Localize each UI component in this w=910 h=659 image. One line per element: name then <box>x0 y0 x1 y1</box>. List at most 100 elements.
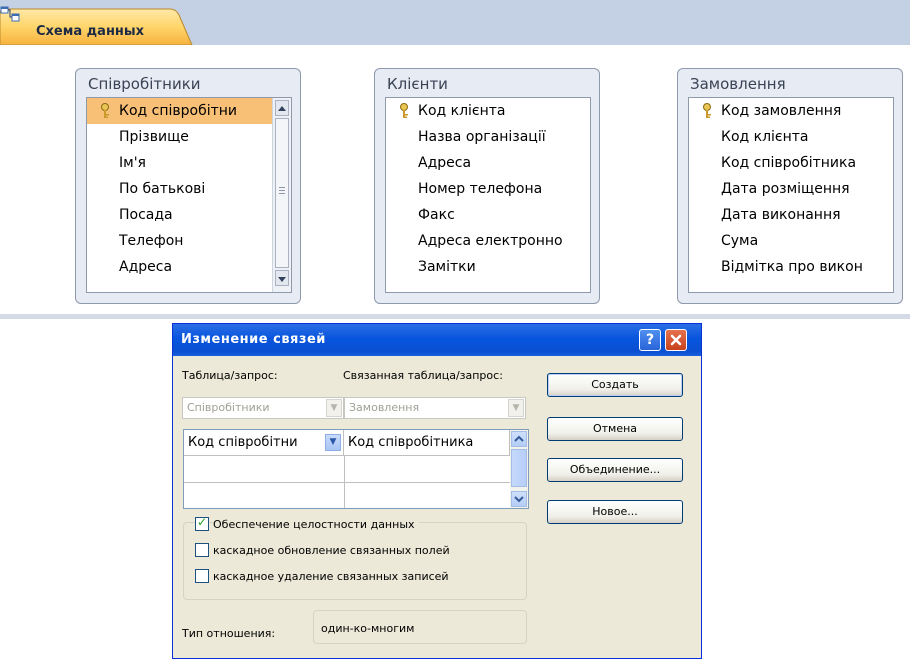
field-list[interactable]: Код замовлення Код клієнта Код співробіт… <box>688 97 894 293</box>
field-name: Телефон <box>119 233 184 249</box>
arrow-up-icon <box>514 435 524 442</box>
field-item[interactable]: Код співробітника <box>689 150 893 176</box>
check-icon: ✓ <box>197 515 208 529</box>
field-item[interactable]: Код замовлення <box>689 98 893 124</box>
arrow-down-icon <box>514 496 524 503</box>
integrity-checkbox[interactable]: ✓ <box>195 515 209 531</box>
grip-line <box>279 190 285 191</box>
cascade-update-checkbox[interactable] <box>195 543 209 557</box>
edit-relationships-dialog[interactable]: Изменение связей ? Таблица/запрос: Связа… <box>172 323 702 659</box>
table-combo-value: Співробітники <box>187 401 270 414</box>
relationship-type-label: Тип отношения: <box>182 627 276 640</box>
integrity-group <box>183 522 527 600</box>
cascade-delete-checkbox[interactable] <box>195 569 209 583</box>
field-item[interactable]: Код співробітни <box>87 98 291 124</box>
field-name: Назва організації <box>418 129 546 145</box>
field-item[interactable]: Код клієнта <box>689 124 893 150</box>
field-item[interactable]: Назва організації <box>386 124 590 150</box>
vertical-scrollbar[interactable] <box>272 98 291 292</box>
field-item[interactable]: Прізвище <box>87 124 291 150</box>
integrity-label: Обеспечение целостности данных <box>213 518 419 531</box>
field-name: Код клієнта <box>418 103 506 119</box>
arrow-up-icon <box>278 106 286 111</box>
field-list[interactable]: Код клієнта Назва організації Адреса Ном… <box>385 97 591 293</box>
field-item[interactable]: Дата розміщення <box>689 176 893 202</box>
field-item[interactable]: Ім'я <box>87 150 291 176</box>
table-combo[interactable]: Співробітники ▼ <box>182 397 344 419</box>
close-button[interactable] <box>665 329 687 351</box>
document-tab-bar: Схема данных <box>0 0 910 46</box>
field-name: Факс <box>418 207 455 223</box>
field-item[interactable]: Код клієнта <box>386 98 590 124</box>
field-item[interactable]: Адреса <box>386 150 590 176</box>
field-name: Сума <box>721 233 759 249</box>
field-mapping-grid[interactable]: Код співробітни ▼ Код співробітника <box>183 429 529 509</box>
dialog-title-bar[interactable]: Изменение связей ? <box>173 324 701 356</box>
field-name: Адреса електронно <box>418 233 563 249</box>
field-name: Дата розміщення <box>721 181 850 197</box>
field-item[interactable]: Сума <box>689 228 893 254</box>
grid-col-line <box>344 456 345 508</box>
field-item[interactable]: Посада <box>87 202 291 228</box>
close-icon <box>670 334 682 346</box>
cancel-button[interactable]: Отмена <box>547 417 683 441</box>
field-item[interactable]: Телефон <box>87 228 291 254</box>
scroll-up-button[interactable] <box>275 100 289 116</box>
primary-key-icon <box>400 103 408 118</box>
related-table-combo[interactable]: Замовлення ▼ <box>344 397 526 419</box>
canvas-bottom-edge <box>0 314 910 319</box>
scroll-thumb[interactable] <box>275 118 289 268</box>
field-item[interactable]: Номер телефона <box>386 176 590 202</box>
table-window-clients[interactable]: Клієнти Код клієнта Назва організації Ад… <box>374 68 600 304</box>
table-label: Таблица/запрос: <box>182 369 278 382</box>
table-window-employees[interactable]: Співробітники Код співробітни Прізвище І… <box>75 68 301 304</box>
relationship-type-value: один-ко-многим <box>321 622 415 635</box>
field-name: Адреса <box>119 259 173 275</box>
field-item[interactable]: По батькові <box>87 176 291 202</box>
help-button[interactable]: ? <box>639 329 661 351</box>
tab-relationships[interactable]: Схема данных <box>0 6 196 45</box>
grid-left-field: Код співробітни <box>188 435 298 450</box>
chevron-down-icon: ▼ <box>326 399 342 417</box>
field-name: Дата виконання <box>721 207 841 223</box>
grip-line <box>279 193 285 194</box>
cascade-update-label: каскадное обновление связанных полей <box>213 544 450 557</box>
table-window-orders[interactable]: Замовлення Код замовлення Код клієнта Ко… <box>677 68 903 304</box>
grid-cell-left[interactable]: Код співробітни ▼ <box>184 430 344 456</box>
field-name: Відмітка про викон <box>721 259 863 275</box>
grid-scroll-up-button[interactable] <box>511 431 527 447</box>
join-type-button[interactable]: Объединение... <box>547 458 683 482</box>
field-name: Адреса <box>418 155 472 171</box>
scroll-down-button[interactable] <box>275 270 289 286</box>
field-name: Код співробітника <box>721 155 857 171</box>
related-table-label: Связанная таблица/запрос: <box>343 369 503 382</box>
field-name: Номер телефона <box>418 181 543 197</box>
create-button[interactable]: Создать <box>547 373 683 397</box>
table-title: Клієнти <box>387 75 448 93</box>
field-item[interactable]: Адреса електронно <box>386 228 590 254</box>
field-name: Замітки <box>418 259 476 275</box>
grid-row-line <box>184 482 510 483</box>
chevron-down-icon[interactable]: ▼ <box>325 434 341 451</box>
field-item[interactable]: Відмітка про викон <box>689 254 893 280</box>
tab-label: Схема данных <box>36 24 145 39</box>
grid-right-field: Код співробітника <box>348 435 474 450</box>
primary-key-icon <box>101 103 109 118</box>
field-name: По батькові <box>119 181 206 197</box>
primary-key-icon <box>703 103 711 118</box>
field-item[interactable]: Адреса <box>87 254 291 280</box>
grip-line <box>279 187 285 188</box>
field-item[interactable]: Дата виконання <box>689 202 893 228</box>
table-title: Замовлення <box>690 75 786 93</box>
grid-scrollbar[interactable] <box>510 430 528 508</box>
grid-scroll-thumb[interactable] <box>511 449 527 487</box>
field-name: Код співробітни <box>119 103 238 119</box>
grid-scroll-down-button[interactable] <box>511 491 527 507</box>
field-item[interactable]: Замітки <box>386 254 590 280</box>
grid-cell-right[interactable]: Код співробітника <box>344 430 510 456</box>
field-list[interactable]: Код співробітни Прізвище Ім'я По батьков… <box>86 97 292 293</box>
field-item[interactable]: Факс <box>386 202 590 228</box>
cascade-delete-label: каскадное удаление связанных записей <box>213 570 449 583</box>
create-new-button[interactable]: Новое... <box>547 500 683 524</box>
field-name: Прізвище <box>119 129 189 145</box>
